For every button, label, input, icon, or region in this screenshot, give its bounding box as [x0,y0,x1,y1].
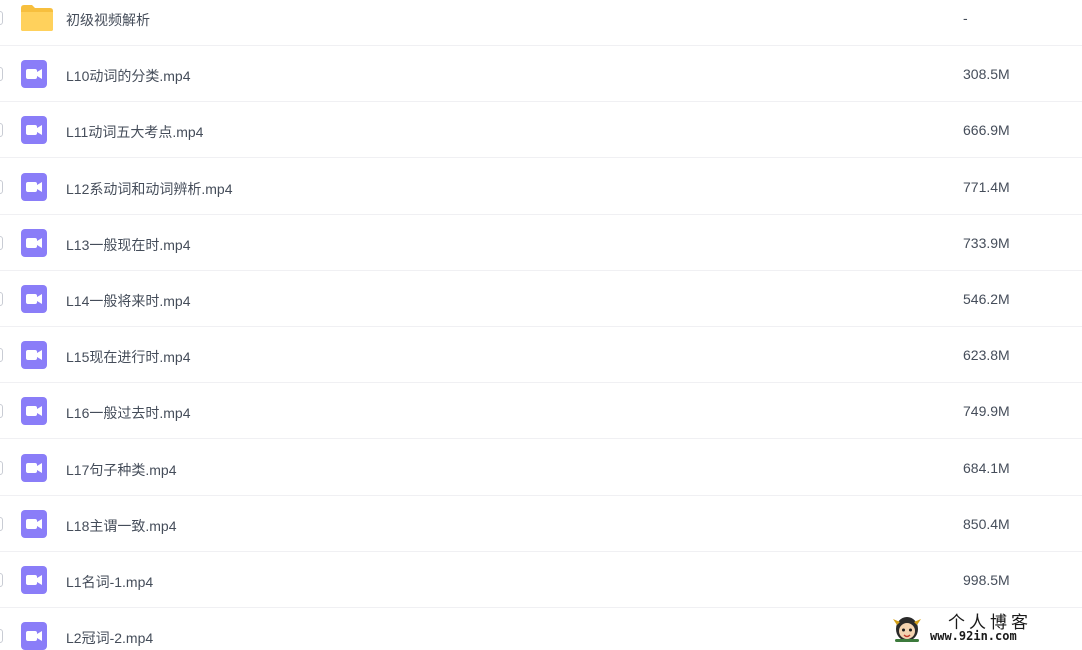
video-file-icon [20,172,48,207]
file-row[interactable]: L15现在进行时.mp4 623.8M [0,327,1082,384]
file-name[interactable]: L2冠词-2.mp4 [66,628,153,648]
row-checkbox[interactable] [0,460,3,475]
file-size: 546.2M [963,291,1010,307]
file-name[interactable]: L15现在进行时.mp4 [66,347,190,367]
file-row[interactable]: L16一般过去时.mp4 749.9M [0,383,1082,440]
file-size: 733.9M [963,234,1010,251]
file-name[interactable]: L14一般将来时.mp4 [66,291,190,311]
video-file-icon [20,453,48,488]
file-size: 771.4M [963,178,1010,195]
row-checkbox[interactable] [0,235,3,250]
video-file-icon [20,565,48,600]
file-size: 623.8M [963,347,1010,364]
file-name[interactable]: L13一般现在时.mp4 [66,235,190,255]
file-row[interactable]: L13一般现在时.mp4 733.9M [0,215,1082,271]
row-checkbox[interactable] [0,348,3,363]
file-name[interactable]: L12系动词和动词辨析.mp4 [66,179,232,199]
file-row[interactable]: L12系动词和动词辨析.mp4 771.4M [0,159,1082,215]
file-list: 初级视频解析 - L10动词的分类.mp4 308.5M L11动词五大考点.mp4 66… [0,0,1082,650]
file-size: 308.5M [963,66,1010,83]
file-name[interactable]: L11动词五大考点.mp4 [66,122,203,142]
video-file-icon [20,284,48,319]
video-file-icon [20,340,48,375]
row-checkbox[interactable] [0,404,3,419]
folder-row[interactable]: 初级视频解析 - [0,0,1082,46]
row-checkbox[interactable] [0,516,3,531]
row-checkbox[interactable] [0,123,3,138]
video-file-icon [20,228,48,263]
video-file-icon [20,59,48,94]
file-row[interactable]: L14一般将来时.mp4 546.2M [0,271,1082,327]
file-size: 684.1M [963,459,1010,476]
row-checkbox[interactable] [0,67,3,82]
file-name[interactable]: L18主谓一致.mp4 [66,516,176,536]
file-row[interactable]: L17句子种类.mp4 684.1M [0,440,1082,496]
file-name[interactable]: L16一般过去时.mp4 [66,403,190,423]
video-file-icon [20,396,48,431]
file-name[interactable]: 初级视频解析 [66,10,150,30]
row-checkbox[interactable] [0,629,3,644]
file-size: 666.9M [963,122,1010,139]
watermark-url: www.92in.com [930,629,1017,643]
video-file-icon [20,115,48,150]
file-row[interactable]: L18主谓一致.mp4 850.4M [0,496,1082,552]
blog-watermark: 个人博客 www.92in.com [886,606,1078,648]
video-file-icon [20,621,48,650]
row-checkbox[interactable] [0,179,3,194]
file-row[interactable]: L1名词-1.mp4 998.5M [0,552,1082,608]
file-row[interactable]: L10动词的分类.mp4 308.5M [0,46,1082,103]
video-file-icon [20,509,48,544]
row-checkbox[interactable] [0,292,3,306]
file-size: 749.9M [963,403,1010,420]
row-checkbox[interactable] [0,573,3,587]
file-name[interactable]: L1名词-1.mp4 [66,572,153,592]
row-checkbox[interactable] [0,11,3,25]
file-size: - [963,10,968,26]
folder-icon [20,4,54,37]
file-row[interactable]: L11动词五大考点.mp4 666.9M [0,102,1082,159]
file-name[interactable]: L10动词的分类.mp4 [66,66,190,86]
file-name[interactable]: L17句子种类.mp4 [66,460,176,480]
mascot-icon [893,617,921,642]
file-size: 850.4M [963,515,1010,532]
file-size: 998.5M [963,572,1010,588]
